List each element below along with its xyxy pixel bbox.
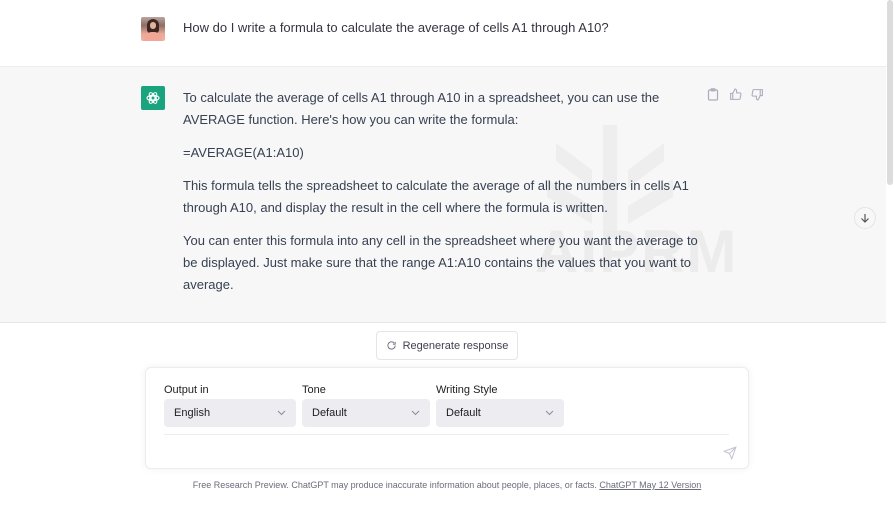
output-label: Output in [164, 384, 209, 396]
assistant-message-text: To calculate the average of cells A1 thr… [183, 87, 703, 307]
user-message-text: How do I write a formula to calculate th… [183, 20, 609, 35]
chatgpt-logo-icon [141, 86, 165, 110]
writing-style-field: Writing Style Default [436, 384, 564, 427]
output-language-select[interactable]: English [164, 399, 296, 427]
message-actions [706, 87, 764, 101]
footer-disclaimer: Free Research Preview. ChatGPT may produ… [0, 480, 894, 490]
scroll-to-bottom-button[interactable] [854, 207, 876, 229]
footer-text: Free Research Preview. ChatGPT may produ… [192, 480, 600, 490]
chevron-down-icon [411, 410, 420, 416]
thumbs-up-icon[interactable] [728, 87, 742, 101]
composer-divider [164, 434, 729, 435]
copy-icon[interactable] [706, 87, 720, 101]
writing-style-select[interactable]: Default [436, 399, 564, 427]
tone-value: Default [312, 407, 347, 419]
chevron-down-icon [277, 410, 286, 416]
formula-text: =AVERAGE(A1:A10) [183, 145, 304, 160]
writing-style-value: Default [446, 407, 481, 419]
regenerate-label: Regenerate response [402, 339, 509, 352]
regenerate-response-button[interactable]: Regenerate response [376, 331, 518, 360]
user-avatar [141, 17, 165, 41]
scrollbar-thumb[interactable] [887, 0, 893, 185]
writing-style-label: Writing Style [436, 384, 498, 396]
thumbs-down-icon[interactable] [750, 87, 764, 101]
output-language-value: English [174, 407, 211, 419]
scrollbar[interactable] [886, 0, 894, 510]
tone-select[interactable]: Default [302, 399, 430, 427]
assistant-message-row: AIPRM To calculate the average of cells … [0, 67, 886, 323]
version-link[interactable]: ChatGPT May 12 Version [599, 480, 701, 490]
chevron-down-icon [545, 410, 554, 416]
user-message-row: How do I write a formula to calculate th… [0, 0, 886, 67]
send-icon[interactable] [723, 446, 737, 460]
prompt-input[interactable] [164, 440, 704, 464]
refresh-icon [387, 341, 396, 350]
output-language-field: Output in English [164, 384, 296, 427]
tone-label: Tone [302, 384, 326, 396]
prompt-composer: Output in English Tone Default Writing S… [145, 367, 749, 469]
assistant-paragraph: You can enter this formula into any cell… [183, 233, 698, 292]
arrow-down-icon [861, 214, 869, 223]
tone-field: Tone Default [302, 384, 430, 427]
assistant-paragraph: This formula tells the spreadsheet to ca… [183, 178, 689, 215]
assistant-paragraph: To calculate the average of cells A1 thr… [183, 90, 660, 127]
